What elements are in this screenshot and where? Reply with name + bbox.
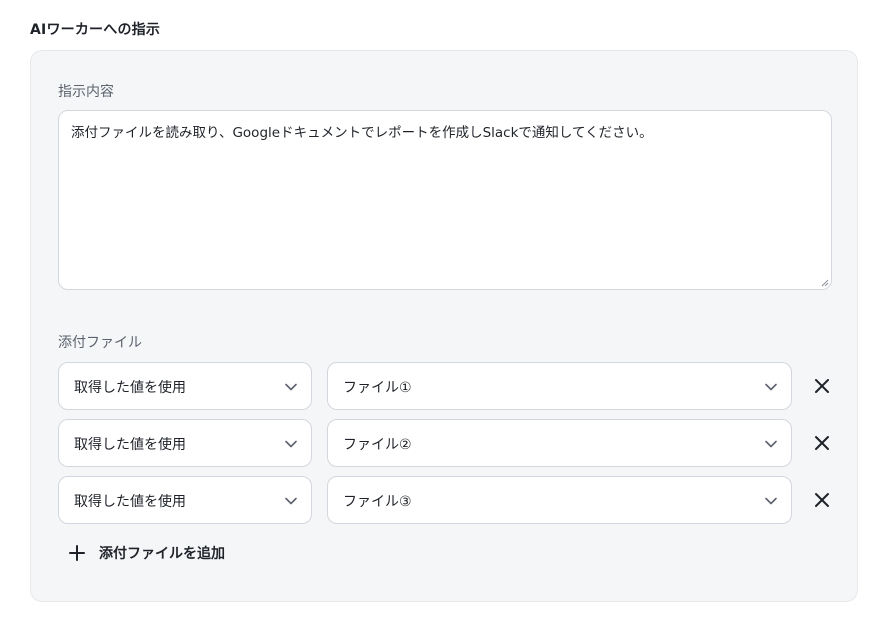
instruction-text: 添付ファイルを読み取り、Googleドキュメントでレポートを作成しSlackで通… xyxy=(71,125,653,141)
file-select-value: ファイル② xyxy=(343,437,412,453)
attachment-row: 取得した値を使用 ファイル② xyxy=(58,419,838,467)
source-select-value: 取得した値を使用 xyxy=(74,437,186,453)
chevron-down-icon xyxy=(765,497,777,505)
chevron-down-icon xyxy=(285,383,297,391)
section-title: AIワーカーへの指示 xyxy=(30,22,161,38)
resize-handle-icon[interactable] xyxy=(821,279,829,287)
close-icon[interactable] xyxy=(810,431,834,455)
attachment-row: 取得した値を使用 ファイル③ xyxy=(58,476,838,524)
source-select-value: 取得した値を使用 xyxy=(74,494,186,510)
close-icon[interactable] xyxy=(810,374,834,398)
chevron-down-icon xyxy=(285,497,297,505)
file-select[interactable]: ファイル③ xyxy=(327,476,792,524)
instruction-panel: 指示内容 添付ファイルを読み取り、Googleドキュメントでレポートを作成しSl… xyxy=(30,50,858,602)
close-icon[interactable] xyxy=(810,488,834,512)
plus-icon xyxy=(69,545,85,561)
source-select-value: 取得した値を使用 xyxy=(74,380,186,396)
chevron-down-icon xyxy=(765,440,777,448)
attachment-row: 取得した値を使用 ファイル① xyxy=(58,362,838,410)
file-select-value: ファイル③ xyxy=(343,494,412,510)
chevron-down-icon xyxy=(285,440,297,448)
add-attachment-label: 添付ファイルを追加 xyxy=(99,546,225,562)
attachments-label: 添付ファイル xyxy=(58,335,142,351)
instruction-textarea[interactable]: 添付ファイルを読み取り、Googleドキュメントでレポートを作成しSlackで通… xyxy=(58,110,832,290)
source-select[interactable]: 取得した値を使用 xyxy=(58,476,312,524)
file-select-value: ファイル① xyxy=(343,380,412,396)
file-select[interactable]: ファイル② xyxy=(327,419,792,467)
file-select[interactable]: ファイル① xyxy=(327,362,792,410)
source-select[interactable]: 取得した値を使用 xyxy=(58,419,312,467)
source-select[interactable]: 取得した値を使用 xyxy=(58,362,312,410)
instruction-label: 指示内容 xyxy=(58,84,114,100)
chevron-down-icon xyxy=(765,383,777,391)
